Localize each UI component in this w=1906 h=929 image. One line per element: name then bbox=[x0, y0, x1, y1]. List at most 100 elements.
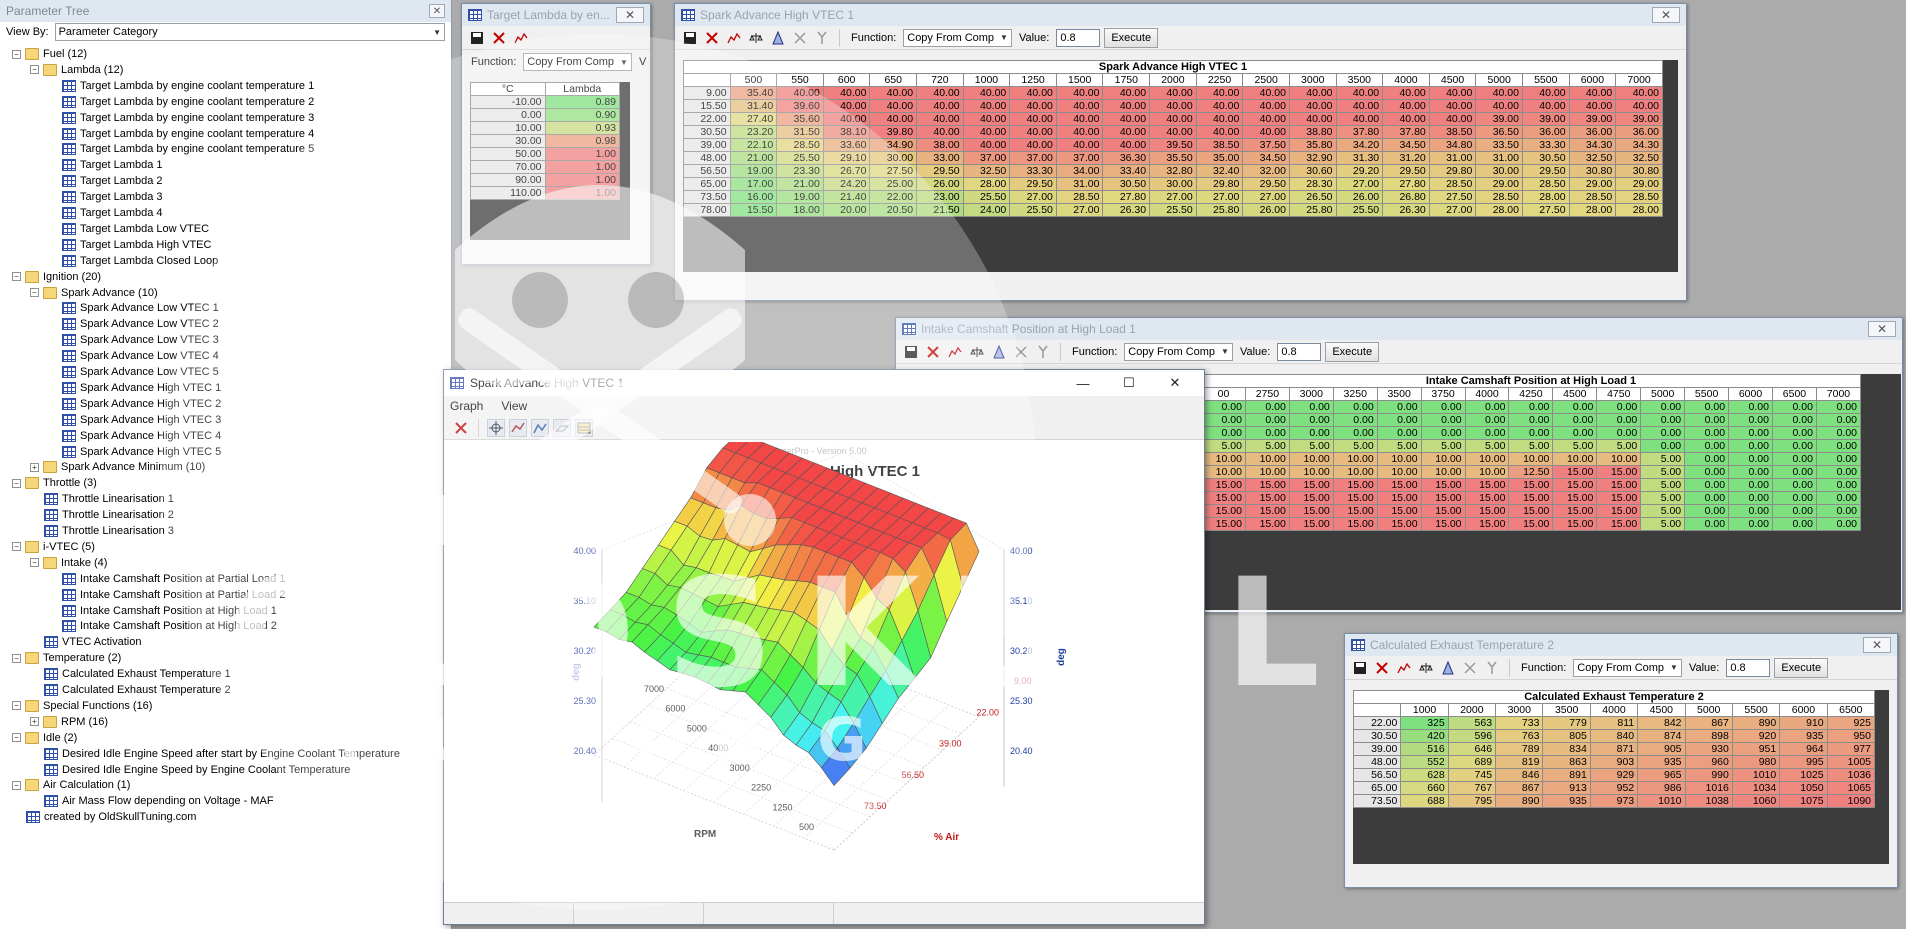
table-cell[interactable]: 5.00 bbox=[1288, 439, 1334, 453]
table-cell[interactable]: 40.00 bbox=[1475, 86, 1523, 100]
table-cell[interactable]: 32.50 bbox=[962, 164, 1011, 178]
fork-icon[interactable] bbox=[813, 29, 831, 47]
table-cell[interactable]: 890 bbox=[1495, 794, 1544, 808]
tree-table-node[interactable]: Intake Camshaft Position at High Load 1 bbox=[62, 603, 277, 619]
table-cell[interactable]: 15.00 bbox=[1552, 465, 1598, 479]
table-cell[interactable]: 32.00 bbox=[1242, 164, 1290, 178]
table-cell[interactable]: 25.50 bbox=[1149, 203, 1197, 217]
table-cell[interactable]: 15.00 bbox=[1596, 517, 1642, 531]
table-cell[interactable]: 28.00 bbox=[1615, 203, 1663, 217]
table-cell[interactable]: 10.00 bbox=[1596, 452, 1642, 466]
save-icon[interactable] bbox=[902, 343, 920, 361]
table-cell[interactable]: 32.50 bbox=[1568, 151, 1617, 165]
table-cell[interactable]: 28.00 bbox=[962, 177, 1011, 191]
table-cell[interactable]: 0.00 bbox=[1596, 426, 1642, 440]
graph-icon[interactable] bbox=[1395, 659, 1413, 677]
table-cell[interactable]: 15.00 bbox=[1552, 504, 1598, 518]
table-cell[interactable]: 40.00 bbox=[1288, 99, 1337, 113]
table-cell[interactable]: 0.00 bbox=[1684, 465, 1730, 479]
table-cell[interactable]: 0.00 bbox=[1684, 400, 1730, 414]
table-cell[interactable]: 10.00 bbox=[1508, 452, 1554, 466]
table-cell[interactable]: 26.30 bbox=[1382, 203, 1430, 217]
table-cell[interactable]: 40.00 bbox=[1195, 86, 1244, 100]
table-cell[interactable]: 5.00 bbox=[1376, 439, 1422, 453]
table-cell[interactable]: 30.00 bbox=[1475, 164, 1523, 178]
table-cell[interactable]: 25.50 bbox=[1009, 203, 1057, 217]
collapse-icon[interactable]: − bbox=[30, 65, 39, 75]
table-cell[interactable]: 977 bbox=[1826, 742, 1876, 756]
table-cell[interactable]: 26.80 bbox=[1382, 190, 1430, 204]
tree-table-node[interactable]: Intake Camshaft Position at High Load 2 bbox=[62, 618, 277, 634]
table-cell[interactable]: 10.00 bbox=[1376, 465, 1422, 479]
table-cell[interactable]: 39.00 bbox=[1475, 112, 1523, 126]
table-cell[interactable]: 37.50 bbox=[1242, 138, 1290, 152]
table-cell[interactable]: 26.30 bbox=[1102, 203, 1151, 217]
save-icon[interactable] bbox=[681, 29, 699, 47]
view-by-select[interactable]: Parameter Category ▼ bbox=[54, 23, 445, 41]
table-cell[interactable]: 40.00 bbox=[1335, 99, 1384, 113]
table-cell[interactable]: 980 bbox=[1731, 755, 1781, 769]
collapse-icon[interactable]: − bbox=[12, 478, 21, 488]
close-x-icon[interactable] bbox=[1373, 659, 1391, 677]
table-cell[interactable]: 26.00 bbox=[1242, 203, 1290, 217]
table-cell[interactable]: 1065 bbox=[1826, 781, 1876, 795]
tree-folder-node[interactable]: − Throttle (3) bbox=[12, 475, 97, 491]
tree-folder-node[interactable]: − Idle (2) bbox=[12, 730, 77, 746]
table-cell[interactable]: 0.00 bbox=[1464, 426, 1510, 440]
compare-scale-icon[interactable] bbox=[747, 29, 765, 47]
table-cell[interactable]: 40.00 bbox=[916, 86, 964, 100]
table-cell[interactable]: 1075 bbox=[1779, 794, 1828, 808]
table-cell[interactable]: 1036 bbox=[1826, 768, 1876, 782]
table-cell[interactable]: 40.00 bbox=[1242, 86, 1290, 100]
tree-table-node[interactable]: Throttle Linearisation 3 bbox=[44, 523, 174, 539]
table-cell[interactable]: 28.50 bbox=[1428, 177, 1477, 191]
table-cell[interactable]: 23.20 bbox=[729, 125, 778, 139]
table-cell[interactable]: 420 bbox=[1400, 729, 1449, 743]
table-cell[interactable]: 40.00 bbox=[1055, 125, 1104, 139]
table-cell[interactable]: 27.80 bbox=[1382, 177, 1430, 191]
table-cell[interactable]: 15.00 bbox=[1420, 504, 1466, 518]
table-cell[interactable]: 23.30 bbox=[776, 164, 824, 178]
table-cell[interactable]: 25.80 bbox=[1288, 203, 1337, 217]
function-select[interactable]: Copy From Comp ▼ bbox=[523, 53, 632, 71]
graph-icon[interactable] bbox=[512, 29, 530, 47]
expand-icon[interactable]: + bbox=[30, 717, 39, 727]
close-x-icon[interactable] bbox=[452, 419, 470, 437]
table-cell[interactable]: 15.00 bbox=[1332, 478, 1378, 492]
fork-icon[interactable] bbox=[1483, 659, 1501, 677]
table-cell[interactable]: 840 bbox=[1589, 729, 1639, 743]
table-cell[interactable]: 38.00 bbox=[916, 138, 964, 152]
table-cell[interactable]: 29.50 bbox=[1009, 177, 1057, 191]
table-cell[interactable]: 15.00 bbox=[1552, 478, 1598, 492]
table-cell[interactable]: 40.00 bbox=[1242, 125, 1290, 139]
table-cell[interactable]: 0.00 bbox=[1771, 478, 1817, 492]
table-cell[interactable]: 39.60 bbox=[776, 99, 824, 113]
table-cell[interactable]: 1010 bbox=[1731, 768, 1781, 782]
table-cell[interactable]: 811 bbox=[1589, 716, 1639, 730]
table-cell[interactable]: 0.00 bbox=[1420, 426, 1466, 440]
table-cell[interactable]: 27.50 bbox=[1428, 190, 1477, 204]
table-cell[interactable]: 0.00 bbox=[1771, 400, 1817, 414]
table-cell[interactable]: 950 bbox=[1826, 729, 1876, 743]
execute-button[interactable]: Execute bbox=[1104, 27, 1159, 48]
table-cell[interactable]: 763 bbox=[1495, 729, 1544, 743]
close-x-icon[interactable] bbox=[924, 343, 942, 361]
table-cell[interactable]: 5.00 bbox=[1244, 439, 1290, 453]
table-cell[interactable]: 40.00 bbox=[1149, 86, 1197, 100]
table-cell[interactable]: 31.40 bbox=[729, 99, 778, 113]
table-cell[interactable]: 0.00 bbox=[1244, 426, 1290, 440]
table-cell[interactable]: 15.00 bbox=[1596, 491, 1642, 505]
table-cell[interactable]: 0.00 bbox=[1508, 413, 1554, 427]
table-cell[interactable]: 0.98 bbox=[544, 134, 620, 148]
table-cell[interactable]: 15.50 bbox=[729, 203, 778, 217]
table-cell[interactable]: 563 bbox=[1447, 716, 1497, 730]
table-cell[interactable]: 15.00 bbox=[1464, 517, 1510, 531]
table-cell[interactable]: 27.00 bbox=[1055, 203, 1104, 217]
table-cell[interactable]: 5.00 bbox=[1640, 504, 1686, 518]
table-cell[interactable]: 1.00 bbox=[544, 173, 620, 187]
table-cell[interactable]: 28.50 bbox=[1615, 190, 1663, 204]
table-cell[interactable]: 929 bbox=[1589, 768, 1639, 782]
table-cell[interactable]: 16.00 bbox=[729, 190, 778, 204]
execute-button[interactable]: Execute bbox=[1774, 657, 1829, 678]
table-cell[interactable]: 0.00 bbox=[1815, 491, 1862, 505]
